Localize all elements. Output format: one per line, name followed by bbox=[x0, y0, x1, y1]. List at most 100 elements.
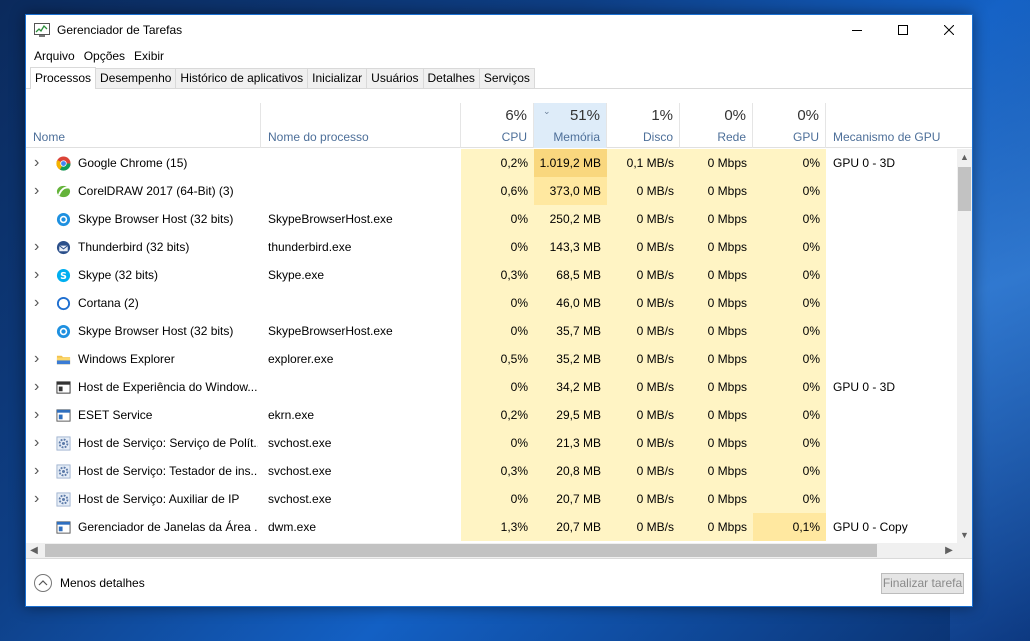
column-label-cpu: CPU bbox=[501, 130, 527, 144]
column-header-name[interactable]: Nome bbox=[26, 103, 261, 148]
minimize-button[interactable] bbox=[834, 15, 880, 45]
column-header-network[interactable]: 0% Rede bbox=[680, 103, 753, 148]
svg-text:S: S bbox=[60, 271, 67, 282]
table-row[interactable]: › Host de Serviço: Serviço de Polít... svc… bbox=[26, 429, 957, 457]
table-row[interactable]: › Host de Serviço: Testador de ins... svch… bbox=[26, 457, 957, 485]
expand-chevron-icon[interactable]: › bbox=[34, 345, 44, 373]
cell-mem: 1.019,2 MB bbox=[534, 149, 607, 177]
scroll-right-icon[interactable]: ▶ bbox=[941, 543, 957, 558]
process-name: Thunderbird (32 bits) bbox=[78, 240, 190, 254]
tab-usuarios[interactable]: Usuários bbox=[366, 68, 424, 88]
gear-icon bbox=[56, 492, 71, 507]
less-details-button[interactable]: Menos detalhes bbox=[34, 574, 145, 592]
tab-servicos[interactable]: Serviços bbox=[478, 68, 535, 88]
table-row[interactable]: Skype Browser Host (32 bits) SkypeBrowser… bbox=[26, 205, 957, 233]
column-header-gpu[interactable]: 0% GPU bbox=[753, 103, 826, 148]
cell-mem: 20,8 MB bbox=[534, 457, 607, 485]
table-row[interactable]: Skype Browser Host (32 bits) SkypeBrowser… bbox=[26, 317, 957, 345]
expand-chevron-icon[interactable]: › bbox=[34, 149, 44, 177]
cell-gpu-engine bbox=[833, 261, 953, 289]
expand-chevron-icon[interactable]: › bbox=[34, 177, 44, 205]
expand-chevron-icon[interactable]: › bbox=[34, 401, 44, 429]
table-row[interactable]: › Host de Experiência do Window... 0% 34,2 … bbox=[26, 373, 957, 401]
process-rows: › Google Chrome (15) 0,2% 1.019,2 MB 0,1 MB/… bbox=[26, 149, 957, 543]
thunderbird-icon bbox=[56, 240, 71, 255]
tab-inicializar[interactable]: Inicializar bbox=[307, 68, 368, 88]
expand-chevron-icon[interactable]: › bbox=[34, 485, 44, 513]
cell-net: 0 Mbps bbox=[680, 373, 753, 401]
table-row[interactable]: › ESET Service ekrn.exe 0,2% 29,5 MB 0 MB/s 0 … bbox=[26, 401, 957, 429]
scroll-down-icon[interactable]: ▼ bbox=[957, 527, 972, 543]
expand-chevron-icon[interactable]: › bbox=[34, 289, 44, 317]
window-host-icon bbox=[56, 380, 71, 395]
tab-desempenho[interactable]: Desempenho bbox=[95, 68, 177, 88]
end-task-button[interactable]: Finalizar tarefa bbox=[881, 573, 964, 594]
cell-gpu-engine bbox=[833, 233, 953, 261]
horizontal-scroll-thumb[interactable] bbox=[45, 544, 877, 557]
task-manager-icon bbox=[34, 23, 50, 37]
table-row[interactable]: › Google Chrome (15) 0,2% 1.019,2 MB 0,1 MB/… bbox=[26, 149, 957, 177]
column-header-row: Nome Nome do processo 6% CPU ⌄ 51% Memór… bbox=[26, 103, 972, 148]
cell-gpu: 0% bbox=[753, 205, 826, 233]
tab-processos[interactable]: Processos bbox=[30, 67, 97, 89]
process-name: Cortana (2) bbox=[78, 296, 139, 310]
table-row[interactable]: › CorelDRAW 2017 (64-Bit) (3) 0,6% 373,0 MB… bbox=[26, 177, 957, 205]
process-grid: Nome Nome do processo 6% CPU ⌄ 51% Memór… bbox=[26, 103, 972, 558]
title-bar[interactable]: Gerenciador de Tarefas bbox=[26, 15, 972, 45]
cell-net: 0 Mbps bbox=[680, 177, 753, 205]
column-header-cpu[interactable]: 6% CPU bbox=[461, 103, 534, 148]
memory-total-percent: 51% bbox=[569, 107, 600, 124]
close-button[interactable] bbox=[926, 15, 972, 45]
table-row[interactable]: › S Skype (32 bits) Skype.exe 0,3% 68,5 MB 0 M… bbox=[26, 261, 957, 289]
cell-gpu-engine bbox=[833, 429, 953, 457]
table-row[interactable]: Gerenciador de Janelas da Área ... dwm.ex… bbox=[26, 513, 957, 541]
cortana-icon bbox=[56, 296, 71, 311]
scroll-left-icon[interactable]: ◀ bbox=[26, 543, 42, 558]
tab-historico-aplicativos[interactable]: Histórico de aplicativos bbox=[175, 68, 309, 88]
menu-arquivo[interactable]: Arquivo bbox=[30, 49, 79, 63]
task-manager-window: Gerenciador de Tarefas Arquivo Opções Ex… bbox=[25, 14, 973, 607]
scroll-up-icon[interactable]: ▲ bbox=[957, 149, 972, 165]
cell-cpu: 0% bbox=[461, 289, 534, 317]
vertical-scrollbar[interactable]: ▲ ▼ bbox=[957, 149, 972, 543]
table-row[interactable]: › Thunderbird (32 bits) thunderbird.exe 0% 1… bbox=[26, 233, 957, 261]
process-executable: SkypeBrowserHost.exe bbox=[268, 212, 393, 226]
column-header-memory[interactable]: ⌄ 51% Memória bbox=[534, 103, 607, 148]
expand-chevron-icon[interactable]: › bbox=[34, 373, 44, 401]
gear-icon bbox=[56, 464, 71, 479]
menu-exibir[interactable]: Exibir bbox=[130, 49, 168, 63]
expand-chevron-icon[interactable]: › bbox=[34, 429, 44, 457]
table-row[interactable]: › Windows Explorer explorer.exe 0,5% 35,2 MB… bbox=[26, 345, 957, 373]
expand-chevron-icon[interactable]: › bbox=[34, 233, 44, 261]
process-name: Skype Browser Host (32 bits) bbox=[78, 324, 234, 338]
footer-bar: Menos detalhes Finalizar tarefa bbox=[26, 558, 972, 606]
column-header-gpu-engine[interactable]: Mecanismo de GPU bbox=[826, 103, 972, 148]
skype-browser-icon bbox=[56, 324, 71, 339]
cell-gpu: 0% bbox=[753, 401, 826, 429]
column-header-process[interactable]: Nome do processo bbox=[261, 103, 461, 148]
process-executable: svchost.exe bbox=[268, 436, 332, 450]
maximize-button[interactable] bbox=[880, 15, 926, 45]
tab-detalhes[interactable]: Detalhes bbox=[422, 68, 480, 88]
cell-disk: 0 MB/s bbox=[607, 261, 680, 289]
table-row[interactable]: › Cortana (2) 0% 46,0 MB 0 MB/s 0 Mbps 0% bbox=[26, 289, 957, 317]
process-executable: explorer.exe bbox=[268, 352, 334, 366]
cell-cpu: 0,3% bbox=[461, 261, 534, 289]
table-row[interactable]: › Host de Serviço: Auxiliar de IP svchost.… bbox=[26, 485, 957, 513]
horizontal-scrollbar[interactable]: ◀ ▶ bbox=[26, 543, 972, 558]
column-header-disk[interactable]: 1% Disco bbox=[607, 103, 680, 148]
cell-disk: 0 MB/s bbox=[607, 177, 680, 205]
vertical-scroll-thumb[interactable] bbox=[958, 167, 971, 211]
expand-chevron-icon[interactable]: › bbox=[34, 457, 44, 485]
cell-disk: 0 MB/s bbox=[607, 401, 680, 429]
cell-disk: 0 MB/s bbox=[607, 429, 680, 457]
cell-net: 0 Mbps bbox=[680, 485, 753, 513]
cell-gpu-engine: GPU 0 - 3D bbox=[833, 156, 896, 170]
cell-mem: 143,3 MB bbox=[534, 233, 607, 261]
process-name: Windows Explorer bbox=[78, 352, 175, 366]
cell-gpu-engine: GPU 0 - Copy bbox=[833, 520, 908, 534]
maximize-icon bbox=[898, 25, 908, 35]
menu-opcoes[interactable]: Opções bbox=[80, 49, 129, 63]
network-total-percent: 0% bbox=[724, 107, 746, 124]
expand-chevron-icon[interactable]: › bbox=[34, 261, 44, 289]
